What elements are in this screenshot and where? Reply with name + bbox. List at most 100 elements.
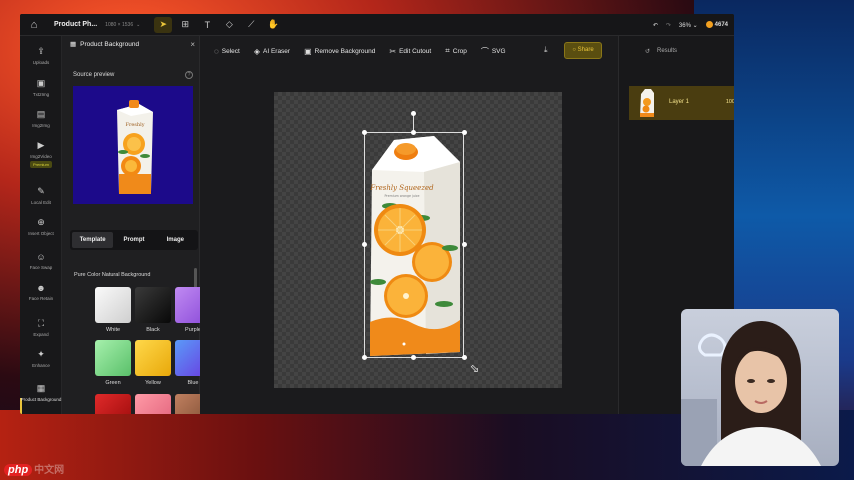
size-chevron-icon[interactable]: ⌄ [136, 22, 140, 28]
source-preview-label: Source preview [73, 72, 115, 78]
help-icon[interactable]: ? [185, 71, 193, 79]
sidebar-item-enhance[interactable]: ✦ Enhance [20, 349, 62, 368]
svg-icon: ⌒ [480, 46, 489, 56]
pointer-tool-icon[interactable]: ➤ [154, 16, 173, 33]
home-icon[interactable]: ⌂ [20, 19, 48, 31]
eraser-icon: ◈ [253, 46, 260, 56]
watermark-text: 中文网 [34, 465, 65, 476]
upload-icon: ⇪ [37, 46, 45, 56]
enhance-icon: ✦ [37, 349, 45, 359]
sidebar-item-local-edit[interactable]: ✎ Local Edit [20, 186, 62, 205]
face-retain-icon: ☻ [36, 283, 46, 293]
tab-template[interactable]: Template [72, 232, 114, 248]
canvas-size[interactable]: 1080 × 1536 [105, 22, 133, 28]
panel-scrollbar[interactable] [194, 268, 197, 288]
tab-prompt[interactable]: Prompt [113, 232, 154, 248]
tool-sidebar: ⇪ Uploads ▣ Txt2Img ▤ Img2Img ▶ Img2Vide… [20, 36, 62, 414]
transparent-canvas[interactable]: Freshly Squeezed Premium orange juice ⬂ [274, 92, 562, 388]
hand-tool-icon[interactable]: ✋ [264, 17, 282, 33]
source-preview-image: Freshly [73, 86, 193, 204]
product-bg-icon: ▦ [36, 383, 46, 393]
text-tool-icon[interactable]: T [198, 17, 216, 33]
resize-handle[interactable] [462, 355, 467, 360]
sidebar-item-txt2img[interactable]: ▣ Txt2Img [20, 78, 62, 97]
webcam-overlay [681, 309, 839, 466]
brush-icon: ✎ [37, 186, 45, 196]
rotate-handle[interactable] [411, 111, 416, 116]
layer-name: Layer 1 [669, 99, 690, 105]
swatch-label: Green [105, 380, 121, 386]
watermark-badge: php [4, 464, 33, 476]
editor-window: ⌂ Product Ph... 1080 × 1536 ⌄ ➤ ⊞ T ◇ ⟋ … [20, 14, 734, 414]
panel-header: ▦ Product Background [62, 36, 199, 52]
project-title[interactable]: Product Ph... [54, 21, 97, 28]
sidebar-item-product-background[interactable]: ▦ Product Background [20, 383, 62, 402]
layer-thumbnail [640, 89, 654, 117]
svg-button[interactable]: ⌒ SVG [481, 46, 506, 57]
selection-box [364, 132, 464, 358]
image-image-icon: ▤ [36, 109, 46, 119]
resize-handle[interactable] [462, 242, 467, 247]
download-icon[interactable]: ⤓ [544, 45, 548, 55]
section-label: Pure Color Natural Background [74, 272, 151, 278]
expand-icon: ⛶ [37, 318, 45, 328]
swatch-label: Yellow [145, 380, 161, 386]
frame-tool-icon[interactable]: ⊞ [176, 17, 194, 33]
context-toolbar: ◌ Select ◈ AI Eraser ▣ Remove Background ✂ E… [200, 36, 618, 66]
insert-icon: ⊕ [37, 217, 45, 227]
resize-handle[interactable] [411, 355, 416, 360]
undo-icon[interactable]: ↶ [653, 22, 658, 29]
remove-bg-icon: ▣ [304, 46, 312, 56]
sidebar-item-face-swap[interactable]: ☺ Face Swap [20, 252, 62, 270]
video-icon: ▶ [37, 140, 45, 150]
sidebar-item-img2img[interactable]: ▤ Img2Img [20, 109, 62, 128]
swatch-pink[interactable] [135, 394, 171, 414]
resize-handle[interactable] [411, 130, 416, 135]
cutout-icon: ✂ [389, 46, 397, 56]
sidebar-item-expand[interactable]: ⛶ Expand [20, 318, 62, 337]
swatch-yellow[interactable] [135, 340, 171, 376]
sidebar-item-face-retain[interactable]: ☻ Face Retain [20, 283, 62, 301]
credits-counter[interactable]: 4674 [705, 21, 728, 29]
share-icon: ○ [572, 47, 576, 53]
edit-cutout-button[interactable]: ✂ Edit Cutout [389, 47, 431, 56]
swatch-green[interactable] [95, 340, 131, 376]
panel-title: Product Background [80, 40, 140, 48]
crop-button[interactable]: ⌗ Crop [445, 46, 467, 56]
resize-handle[interactable] [362, 242, 367, 247]
presenter-video [681, 321, 821, 466]
layer-opacity[interactable]: 100 [726, 99, 734, 105]
text-image-icon: ▣ [36, 78, 46, 88]
coin-icon [705, 21, 713, 29]
shape-tool-icon[interactable]: ◇ [220, 17, 238, 33]
background-mode-tabs: Template Prompt Image [70, 230, 198, 250]
redo-icon[interactable]: ↷ [666, 22, 671, 29]
sidebar-item-uploads[interactable]: ⇪ Uploads [20, 46, 62, 65]
share-button[interactable]: ○ Share [564, 42, 602, 59]
sidebar-item-insert-object[interactable]: ⊕ Insert Object [20, 217, 62, 236]
swatch-white[interactable] [95, 287, 131, 323]
site-watermark: php 中文网 [4, 461, 64, 476]
resize-handle[interactable] [362, 355, 367, 360]
canvas-area: ◌ Select ◈ AI Eraser ▣ Remove Background ✂ E… [200, 36, 618, 414]
ai-eraser-button[interactable]: ◈ AI Eraser [254, 47, 290, 56]
swatch-red[interactable] [95, 394, 131, 414]
panel-icon: ▦ [70, 41, 77, 48]
sidebar-item-img2video[interactable]: ▶ Img2Video Premium [20, 140, 62, 168]
main-tools: ➤ ⊞ T ◇ ⟋ ✋ [154, 16, 282, 33]
tab-image[interactable]: Image [155, 232, 196, 248]
close-icon[interactable]: × [190, 40, 195, 49]
magic-tool-icon[interactable]: ⟋ [242, 17, 260, 33]
layer-row[interactable]: Layer 1 100 [629, 86, 734, 120]
resize-cursor-icon: ⬂ [470, 363, 480, 375]
lasso-icon: ◌ [214, 46, 219, 56]
zoom-level[interactable]: 36% ⌄ [679, 22, 698, 29]
crop-icon: ⌗ [445, 46, 450, 55]
resize-handle[interactable] [362, 130, 367, 135]
swatch-label: Black [146, 327, 160, 333]
swatch-black[interactable] [135, 287, 171, 323]
remove-background-button[interactable]: ▣ Remove Background [304, 47, 375, 56]
select-button[interactable]: ◌ Select [214, 47, 240, 56]
product-background-panel: ▦ Product Background × Source preview ? … [62, 36, 211, 414]
resize-handle[interactable] [462, 130, 467, 135]
